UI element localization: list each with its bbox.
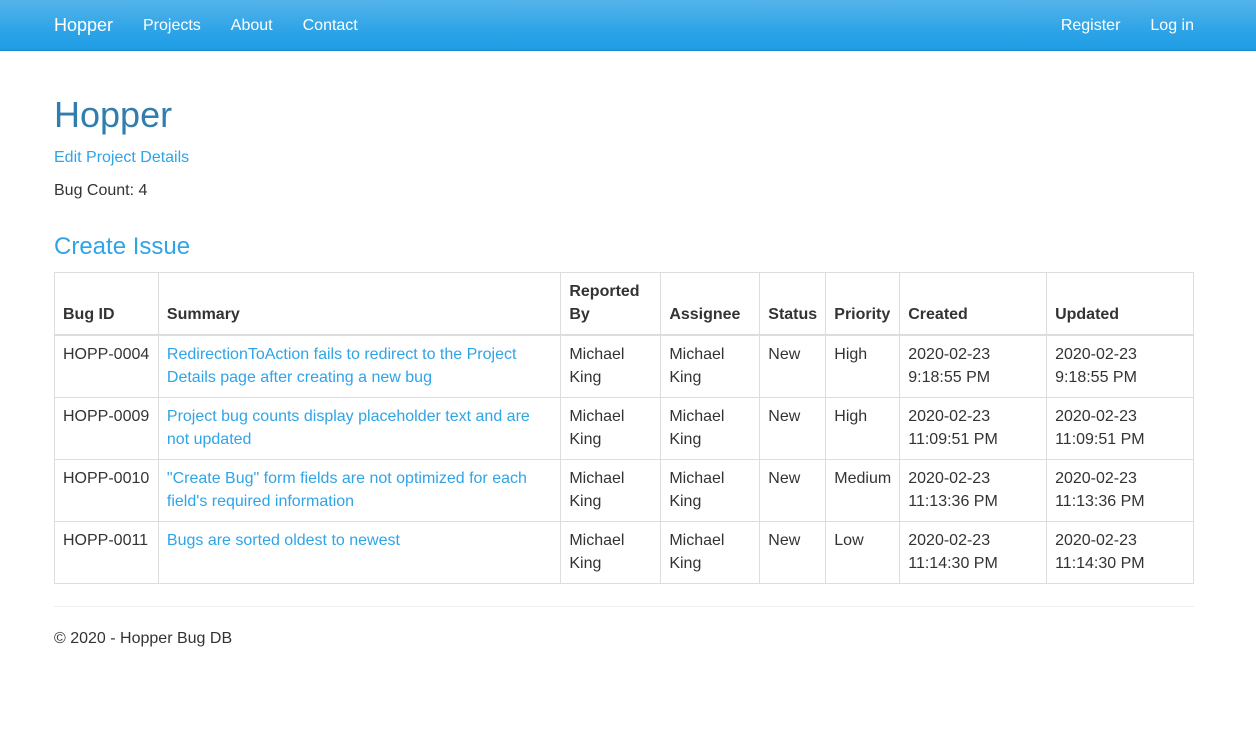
assignee-cell: Michael King: [660, 334, 761, 398]
priority-cell: High: [825, 334, 901, 398]
status-cell: New: [759, 521, 827, 584]
summary-cell: Project bug counts display placeholder t…: [157, 397, 562, 460]
bug-count: Bug Count: 4: [54, 182, 148, 199]
header-updated: Updated: [1046, 272, 1194, 336]
bugs-table: Bug ID Summary Reported By Assignee Stat…: [54, 272, 1194, 584]
footer-divider: [54, 606, 1194, 607]
header-summary: Summary: [157, 272, 562, 336]
nav-login-link[interactable]: Log in: [1150, 0, 1194, 51]
create-issue-link[interactable]: Create Issue: [54, 233, 190, 261]
status-cell: New: [759, 459, 827, 522]
edit-project-details-link[interactable]: Edit Project Details: [54, 148, 189, 168]
status-cell: New: [759, 334, 827, 398]
assignee-cell: Michael King: [660, 397, 761, 460]
bug-summary-link[interactable]: "Create Bug" form fields are not optimiz…: [167, 470, 527, 510]
footer-copyright: © 2020 - Hopper Bug DB: [54, 630, 233, 647]
created-cell: 2020-02-23 11:09:51 PM: [899, 397, 1048, 460]
brand-link[interactable]: Hopper: [54, 0, 113, 51]
assignee-cell: Michael King: [660, 459, 761, 522]
reported-by-cell: Michael King: [560, 521, 662, 584]
summary-cell: Bugs are sorted oldest to newest: [157, 521, 562, 584]
reported-by-cell: Michael King: [560, 334, 662, 398]
priority-cell: Medium: [825, 459, 901, 522]
nav-contact-link[interactable]: Contact: [303, 0, 358, 51]
header-priority: Priority: [825, 272, 901, 336]
status-cell: New: [759, 397, 827, 460]
updated-cell: 2020-02-23 9:18:55 PM: [1046, 334, 1194, 398]
top-navbar: Hopper Projects About Contact Register L…: [0, 0, 1256, 51]
table-row: HOPP-0009 Project bug counts display pla…: [54, 397, 1194, 460]
page-title: Hopper: [54, 94, 173, 135]
reported-by-cell: Michael King: [560, 397, 662, 460]
priority-cell: High: [825, 397, 901, 460]
bug-id-cell: HOPP-0004: [54, 334, 159, 398]
nav-projects-link[interactable]: Projects: [143, 0, 201, 51]
header-bug-id: Bug ID: [54, 272, 159, 336]
summary-cell: RedirectionToAction fails to redirect to…: [157, 334, 562, 398]
header-assignee: Assignee: [660, 272, 761, 336]
table-row: HOPP-0011 Bugs are sorted oldest to newe…: [54, 521, 1194, 584]
reported-by-cell: Michael King: [560, 459, 662, 522]
updated-cell: 2020-02-23 11:14:30 PM: [1046, 521, 1194, 584]
created-cell: 2020-02-23 9:18:55 PM: [899, 334, 1048, 398]
nav-register-link[interactable]: Register: [1061, 0, 1121, 51]
assignee-cell: Michael King: [660, 521, 761, 584]
nav-right-links: Register Log in: [1031, 0, 1194, 51]
bug-id-cell: HOPP-0011: [54, 521, 159, 584]
bug-id-cell: HOPP-0010: [54, 459, 159, 522]
header-created: Created: [899, 272, 1048, 336]
table-row: HOPP-0004 RedirectionToAction fails to r…: [54, 334, 1194, 398]
created-cell: 2020-02-23 11:14:30 PM: [899, 521, 1048, 584]
bug-id-cell: HOPP-0009: [54, 397, 159, 460]
header-status: Status: [759, 272, 827, 336]
summary-cell: "Create Bug" form fields are not optimiz…: [157, 459, 562, 522]
updated-cell: 2020-02-23 11:13:36 PM: [1046, 459, 1194, 522]
updated-cell: 2020-02-23 11:09:51 PM: [1046, 397, 1194, 460]
bug-summary-link[interactable]: RedirectionToAction fails to redirect to…: [167, 346, 517, 386]
nav-left-links: Projects About Contact: [143, 0, 388, 51]
created-cell: 2020-02-23 11:13:36 PM: [899, 459, 1048, 522]
header-reported-by: Reported By: [560, 272, 662, 336]
bug-summary-link[interactable]: Bugs are sorted oldest to newest: [167, 532, 400, 549]
priority-cell: Low: [825, 521, 901, 584]
table-row: HOPP-0010 "Create Bug" form fields are n…: [54, 459, 1194, 522]
bug-summary-link[interactable]: Project bug counts display placeholder t…: [167, 408, 530, 448]
table-header-row: Bug ID Summary Reported By Assignee Stat…: [54, 272, 1194, 336]
nav-about-link[interactable]: About: [231, 0, 273, 51]
